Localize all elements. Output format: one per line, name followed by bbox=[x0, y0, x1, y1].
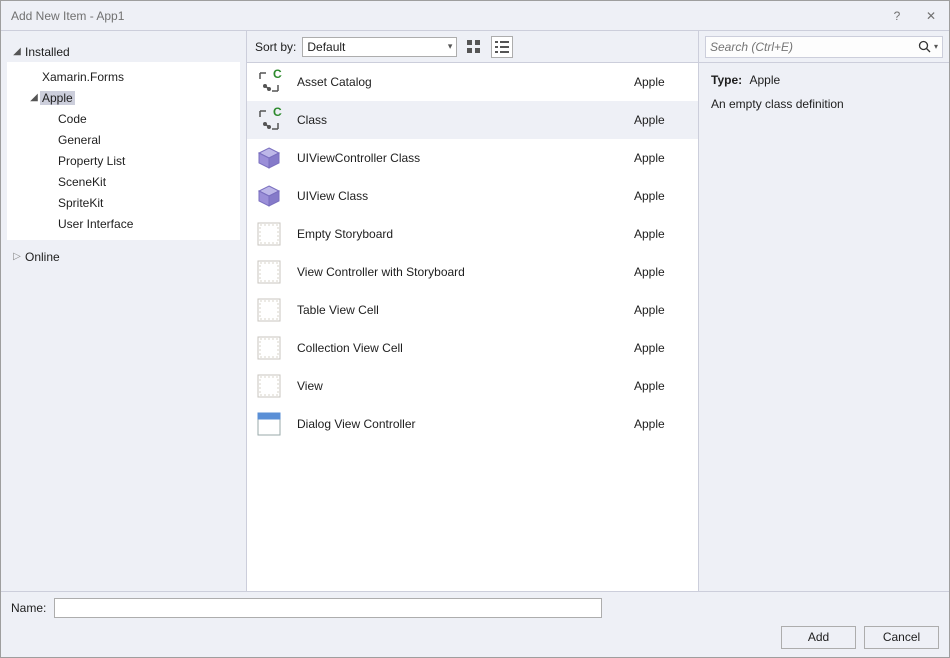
template-row[interactable]: Collection View Cell Apple bbox=[247, 329, 698, 367]
dropdown-caret-icon[interactable]: ▾ bbox=[934, 42, 938, 51]
toolbar: Sort by: Default ▾ bbox=[247, 31, 698, 63]
detail-description: An empty class definition bbox=[711, 97, 937, 111]
cs-file-icon: C# bbox=[255, 68, 283, 96]
chevron-down-icon: ▾ bbox=[448, 41, 453, 52]
tree-node-apple[interactable]: Apple bbox=[8, 87, 240, 108]
add-button[interactable]: Add bbox=[781, 626, 856, 649]
tree-label: Property List bbox=[56, 154, 127, 168]
panel-icon bbox=[255, 334, 283, 362]
template-row[interactable]: UIView Class Apple bbox=[247, 177, 698, 215]
window-title: Add New Item - App1 bbox=[11, 9, 124, 23]
detail-type-label: Type: bbox=[711, 73, 742, 87]
template-row[interactable]: UIViewController Class Apple bbox=[247, 139, 698, 177]
panel-icon bbox=[255, 296, 283, 324]
template-category: Apple bbox=[634, 265, 684, 279]
template-row[interactable]: View Controller with Storyboard Apple bbox=[247, 253, 698, 291]
template-category: Apple bbox=[634, 417, 684, 431]
template-category: Apple bbox=[634, 341, 684, 355]
cube-icon bbox=[255, 182, 283, 210]
template-list[interactable]: C#Asset CatalogAppleC#ClassAppleUIViewCo… bbox=[247, 63, 698, 591]
chevron-down-icon bbox=[28, 92, 40, 103]
tree-node-spritekit[interactable]: SpriteKit bbox=[8, 192, 240, 213]
tree-label: SpriteKit bbox=[56, 196, 105, 210]
tree-node-online[interactable]: Online bbox=[7, 246, 240, 267]
template-name: View Controller with Storyboard bbox=[293, 265, 624, 279]
cancel-button[interactable]: Cancel bbox=[864, 626, 939, 649]
tree-label: User Interface bbox=[56, 217, 135, 231]
template-category: Apple bbox=[634, 227, 684, 241]
template-name: Table View Cell bbox=[293, 303, 624, 317]
chevron-down-icon bbox=[11, 46, 23, 57]
template-category: Apple bbox=[634, 75, 684, 89]
sort-by-label: Sort by: bbox=[255, 40, 296, 54]
template-name: UIView Class bbox=[293, 189, 624, 203]
template-category: Apple bbox=[634, 379, 684, 393]
titlebar: Add New Item - App1 ? ✕ bbox=[1, 1, 949, 31]
template-name: Collection View Cell bbox=[293, 341, 624, 355]
tree-label: General bbox=[56, 133, 103, 147]
sort-by-value: Default bbox=[307, 40, 345, 54]
tree-node-code[interactable]: Code bbox=[8, 108, 240, 129]
tree-label: Installed bbox=[23, 45, 72, 59]
template-category: Apple bbox=[634, 151, 684, 165]
search-input[interactable] bbox=[710, 40, 918, 54]
tree-node-general[interactable]: General bbox=[8, 129, 240, 150]
cs-file-icon: C# bbox=[255, 106, 283, 134]
name-input[interactable] bbox=[54, 598, 602, 618]
template-row[interactable]: C# Asset Catalog Apple bbox=[247, 63, 698, 101]
view-toggle-medium-icons[interactable] bbox=[463, 36, 485, 58]
detail-pane: ▾ Type: Apple An empty class definition bbox=[699, 31, 949, 591]
view-toggle-details[interactable] bbox=[491, 36, 513, 58]
tree-label: Online bbox=[23, 250, 62, 264]
tree-label: Apple bbox=[40, 91, 75, 105]
tree-label: Code bbox=[56, 112, 89, 126]
help-button[interactable]: ? bbox=[887, 9, 907, 23]
tree-node-property-list[interactable]: Property List bbox=[8, 150, 240, 171]
window-icon bbox=[255, 410, 283, 438]
template-name: Dialog View Controller bbox=[293, 417, 624, 431]
name-label: Name: bbox=[11, 601, 46, 615]
template-category: Apple bbox=[634, 189, 684, 203]
bottom-bar: Name: Add Cancel bbox=[1, 591, 949, 657]
template-name: Empty Storyboard bbox=[293, 227, 624, 241]
chevron-right-icon bbox=[11, 251, 23, 262]
template-row[interactable]: Table View Cell Apple bbox=[247, 291, 698, 329]
panel-icon bbox=[255, 372, 283, 400]
search-box[interactable]: ▾ bbox=[705, 36, 943, 58]
template-name: UIViewController Class bbox=[293, 151, 624, 165]
detail-type-row: Type: Apple bbox=[711, 73, 937, 87]
cube-icon bbox=[255, 144, 283, 172]
template-category: Apple bbox=[634, 113, 684, 127]
tree-node-scenekit[interactable]: SceneKit bbox=[8, 171, 240, 192]
sidebar: Installed Xamarin.Forms Apple Code Gener… bbox=[1, 31, 246, 591]
tree-label: SceneKit bbox=[56, 175, 108, 189]
sort-by-dropdown[interactable]: Default ▾ bbox=[302, 37, 457, 57]
detail-type-value: Apple bbox=[749, 73, 780, 87]
template-row[interactable]: Dialog View Controller Apple bbox=[247, 405, 698, 443]
window-controls: ? ✕ bbox=[887, 9, 941, 23]
svg-text:C#: C# bbox=[273, 69, 282, 81]
template-row[interactable]: C# Class Apple bbox=[247, 101, 698, 139]
template-category: Apple bbox=[634, 303, 684, 317]
template-name: Asset Catalog bbox=[293, 75, 624, 89]
tree-node-user-interface[interactable]: User Interface bbox=[8, 213, 240, 234]
tree-label: Xamarin.Forms bbox=[40, 70, 126, 84]
template-name: Class bbox=[293, 113, 624, 127]
panel-icon bbox=[255, 258, 283, 286]
svg-text:C#: C# bbox=[273, 107, 282, 119]
tree-node-installed[interactable]: Installed bbox=[7, 41, 240, 62]
close-button[interactable]: ✕ bbox=[921, 9, 941, 23]
template-row[interactable]: Empty Storyboard Apple bbox=[247, 215, 698, 253]
template-row[interactable]: View Apple bbox=[247, 367, 698, 405]
tree-node-xamarin-forms[interactable]: Xamarin.Forms bbox=[8, 66, 240, 87]
panel-icon bbox=[255, 220, 283, 248]
template-name: View bbox=[293, 379, 624, 393]
search-icon bbox=[918, 40, 932, 54]
center-pane: Sort by: Default ▾ C#Asset CatalogAppleC… bbox=[246, 31, 699, 591]
